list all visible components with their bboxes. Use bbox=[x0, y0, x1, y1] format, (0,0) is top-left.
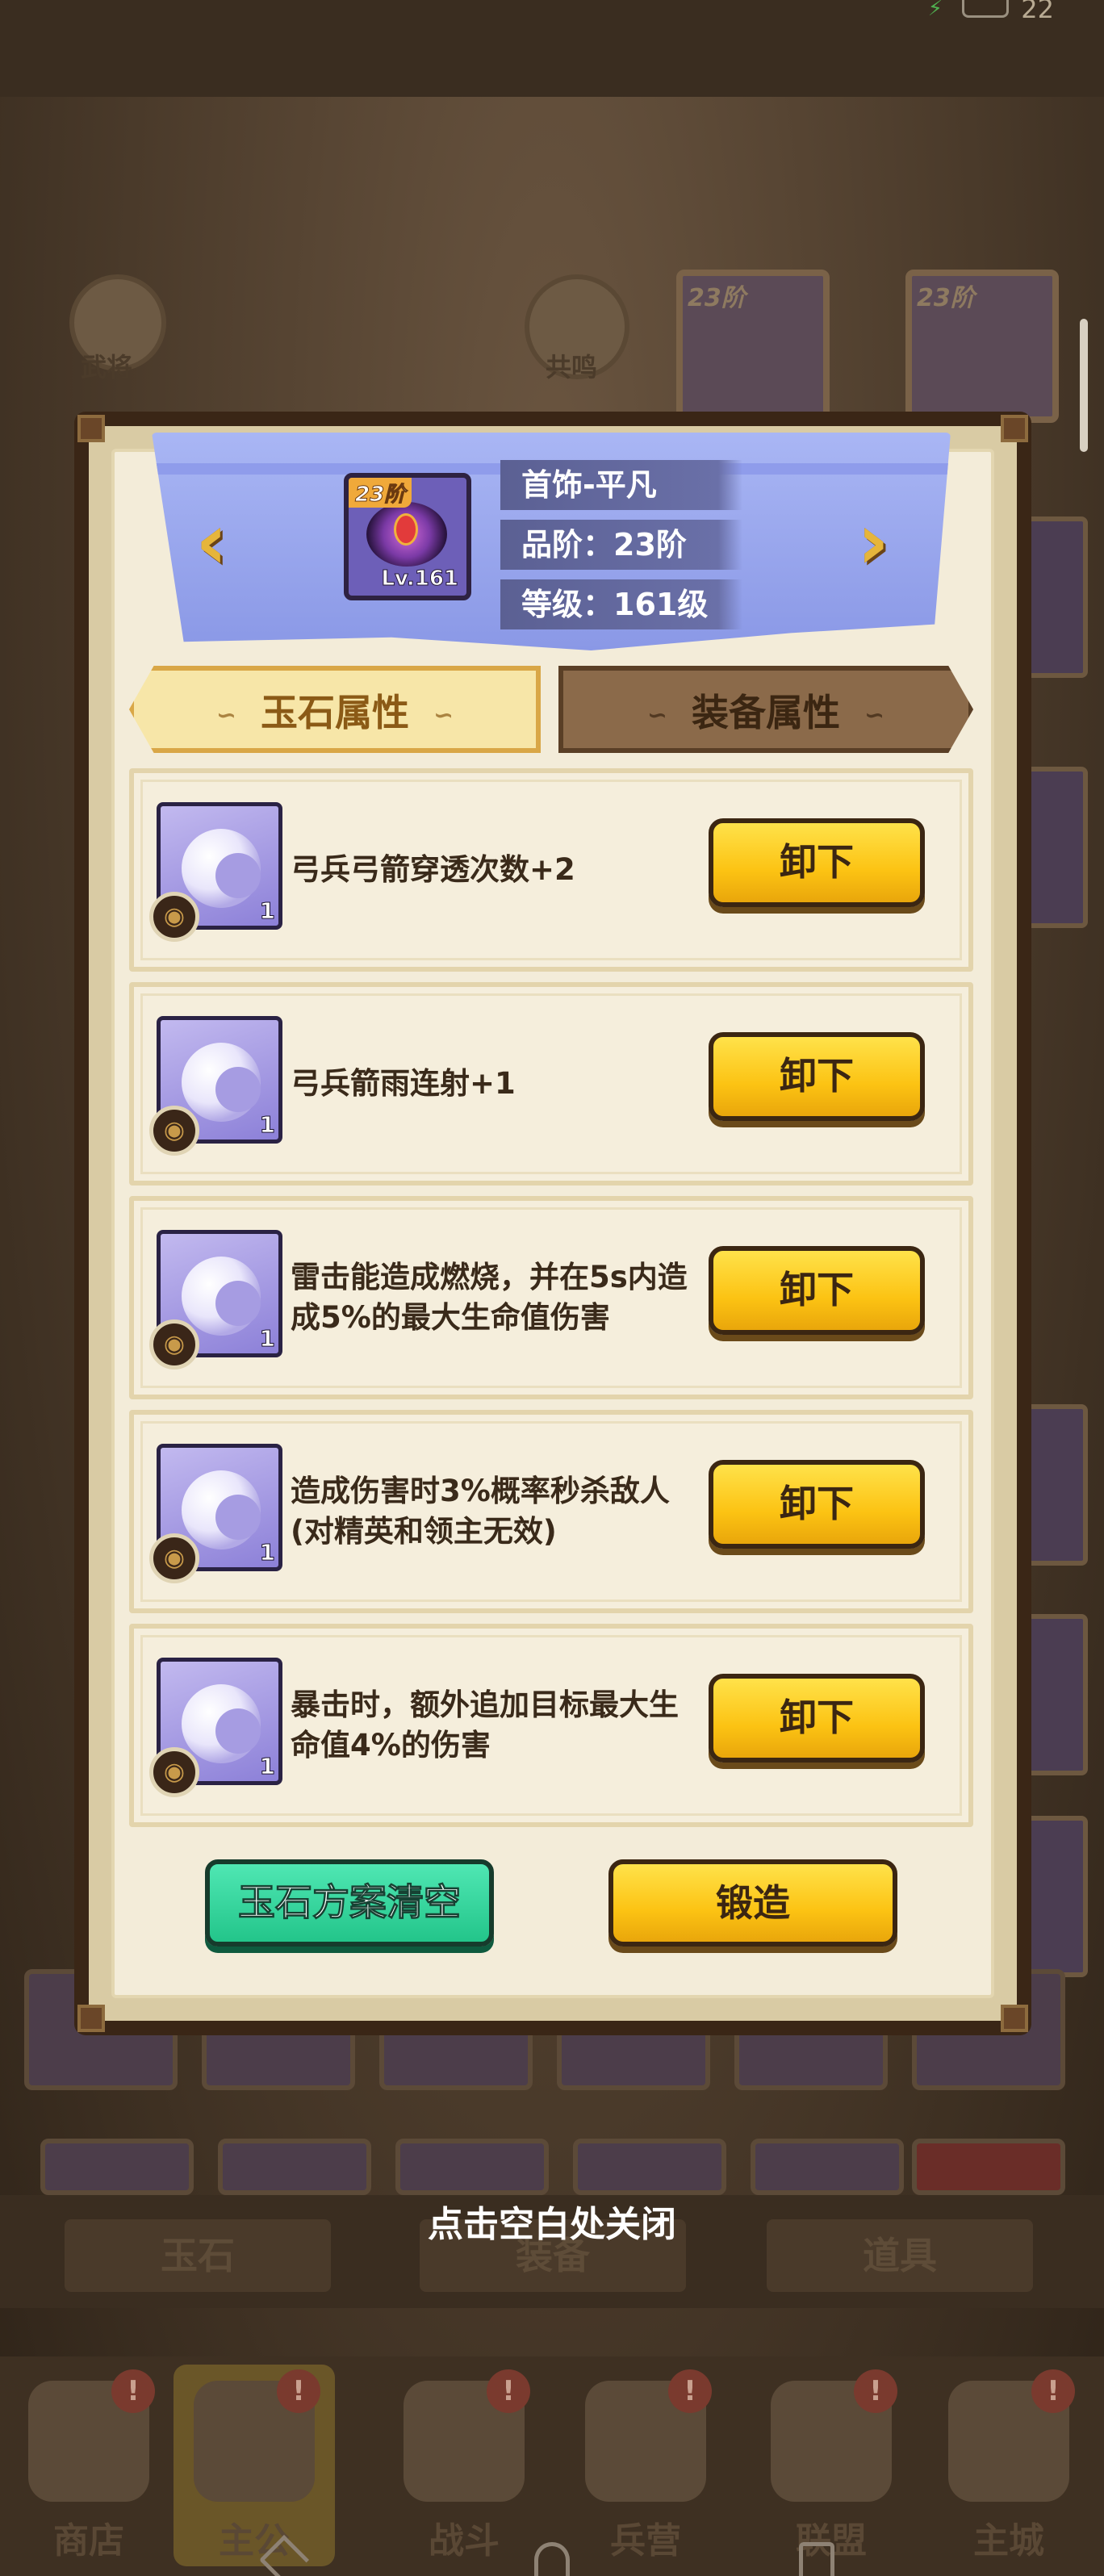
jade-description: 弓兵箭雨连射+1 bbox=[291, 1066, 516, 1101]
unequip-button[interactable]: 卸下 bbox=[709, 1032, 925, 1121]
unequip-button[interactable]: 卸下 bbox=[709, 818, 925, 907]
bg-slot bbox=[395, 2139, 549, 2195]
scroll-ornament-icon: ∽ bbox=[864, 700, 885, 730]
frame-corner bbox=[77, 415, 105, 442]
crescent-jade-icon bbox=[182, 1470, 261, 1549]
bg-side-card bbox=[1023, 767, 1088, 928]
scrollbar[interactable] bbox=[1080, 319, 1088, 452]
bg-side-card bbox=[1023, 1614, 1088, 1775]
equipment-icon[interactable]: 23阶 Lv.161 bbox=[344, 473, 471, 600]
close-hint[interactable]: 点击空白处关闭 bbox=[0, 2195, 1104, 2247]
unequip-button[interactable]: 卸下 bbox=[709, 1246, 925, 1335]
jade-item-icon[interactable]: 1 ◉ bbox=[149, 1016, 282, 1156]
bg-slot bbox=[573, 2139, 726, 2195]
jade-count: 1 bbox=[259, 1753, 276, 1780]
nav-battle: 战斗 ! bbox=[383, 2365, 545, 2566]
bg-side-card bbox=[1023, 1404, 1088, 1566]
jade-item-icon[interactable]: 1 ◉ bbox=[149, 1658, 282, 1797]
clear-jade-plan-button[interactable]: 玉石方案清空 bbox=[205, 1859, 494, 1947]
lock-icon: ◉ bbox=[149, 1747, 199, 1797]
equipment-grade-badge: 23阶 bbox=[349, 478, 412, 508]
crescent-jade-icon bbox=[182, 829, 261, 908]
tab-equipment-attributes[interactable]: ∽ 装备属性 ∽ bbox=[558, 666, 973, 753]
crescent-jade-icon bbox=[182, 1684, 261, 1763]
next-equipment-arrow[interactable]: › bbox=[849, 503, 897, 580]
resonance-nav-label: 共鸣 bbox=[546, 352, 598, 383]
alert-badge: ! bbox=[854, 2369, 897, 2413]
jade-item-icon[interactable]: 1 ◉ bbox=[149, 1230, 282, 1370]
lock-icon: ◉ bbox=[149, 1106, 199, 1156]
scroll-ornament-icon: ∽ bbox=[433, 700, 454, 730]
bg-side-card bbox=[1023, 1816, 1088, 1977]
jade-row: 1 ◉ 弓兵弓箭穿透次数+2 卸下 bbox=[129, 768, 973, 972]
general-nav-label: 武将 bbox=[81, 352, 133, 383]
bg-slot bbox=[218, 2139, 371, 2195]
scroll-ornament-icon: ∽ bbox=[215, 700, 236, 730]
lock-icon: ◉ bbox=[149, 892, 199, 942]
equipment-name: 首饰-平凡 bbox=[500, 460, 742, 510]
alert-badge: ! bbox=[111, 2369, 155, 2413]
gem-icon bbox=[394, 513, 418, 546]
lock-icon: ◉ bbox=[149, 1533, 199, 1583]
frame-corner bbox=[1001, 2005, 1028, 2032]
bg-side-card bbox=[1023, 516, 1088, 678]
nav-alliance: 联盟 ! bbox=[751, 2365, 912, 2566]
bg-equip-card: 23阶 bbox=[905, 270, 1059, 423]
jade-row: 1 ◉ 雷击能造成燃烧，并在5s内造成5%的最大生命值伤害 卸下 bbox=[129, 1196, 973, 1399]
crescent-jade-icon bbox=[182, 1257, 261, 1336]
jade-dialog: ‹ › 23阶 Lv.161 首饰-平凡 品阶：23阶 等级：161级 ∽ 玉石属… bbox=[74, 412, 1031, 2035]
charging-icon: ⚡ bbox=[927, 0, 943, 21]
jade-item-icon[interactable]: 1 ◉ bbox=[149, 802, 282, 942]
bg-equip-card: 23阶 bbox=[676, 270, 830, 423]
jade-description: 弓兵弓箭穿透次数+2 bbox=[291, 852, 575, 887]
bg-slot bbox=[751, 2139, 904, 2195]
prev-equipment-arrow[interactable]: ‹ bbox=[187, 503, 236, 580]
jade-count: 1 bbox=[259, 1111, 276, 1139]
jade-description: 造成伤害时3%概率秒杀敌人(对精英和领主无效) bbox=[291, 1474, 670, 1549]
jade-count: 1 bbox=[259, 1325, 276, 1353]
scroll-ornament-icon: ∽ bbox=[646, 700, 667, 730]
tab-jade-attributes[interactable]: ∽ 玉石属性 ∽ bbox=[129, 666, 541, 753]
frame-corner bbox=[1001, 415, 1028, 442]
forge-button[interactable]: 锻造 bbox=[608, 1859, 897, 1947]
jade-description: 雷击能造成燃烧，并在5s内造成5%的最大生命值伤害 bbox=[291, 1260, 688, 1335]
unequip-button[interactable]: 卸下 bbox=[709, 1460, 925, 1549]
unequip-button[interactable]: 卸下 bbox=[709, 1674, 925, 1763]
jade-row: 1 ◉ 造成伤害时3%概率秒杀敌人(对精英和领主无效) 卸下 bbox=[129, 1410, 973, 1613]
jade-row: 1 ◉ 暴击时，额外追加目标最大生命值4%的伤害 卸下 bbox=[129, 1624, 973, 1827]
nav-lord: 主公 ! bbox=[174, 2365, 335, 2566]
crescent-jade-icon bbox=[182, 1043, 261, 1122]
equipment-level: 等级：161级 bbox=[500, 579, 742, 629]
nav-shop: 商店 ! bbox=[8, 2365, 169, 2566]
alert-badge: ! bbox=[1031, 2369, 1075, 2413]
alert-badge: ! bbox=[487, 2369, 530, 2413]
jade-item-icon[interactable]: 1 ◉ bbox=[149, 1444, 282, 1583]
nav-city: 主城 ! bbox=[928, 2365, 1089, 2566]
lock-icon: ◉ bbox=[149, 1319, 199, 1370]
alert-badge: ! bbox=[277, 2369, 320, 2413]
jade-description: 暴击时，额外追加目标最大生命值4%的伤害 bbox=[291, 1687, 679, 1763]
alert-badge: ! bbox=[668, 2369, 712, 2413]
recents-icon[interactable] bbox=[799, 2542, 834, 2576]
jade-count: 1 bbox=[259, 897, 276, 925]
equipment-level-badge: Lv.161 bbox=[381, 567, 459, 592]
equipment-grade: 品阶：23阶 bbox=[500, 520, 742, 570]
bg-slot bbox=[40, 2139, 194, 2195]
frame-corner bbox=[77, 2005, 105, 2032]
jade-row: 1 ◉ 弓兵箭雨连射+1 卸下 bbox=[129, 982, 973, 1186]
home-icon[interactable] bbox=[534, 2542, 570, 2576]
status-bar: ⚡ 22 bbox=[0, 0, 1104, 97]
system-nav-bar bbox=[0, 2534, 1104, 2576]
battery-icon bbox=[962, 0, 1009, 18]
bg-slot bbox=[912, 2139, 1065, 2195]
jade-count: 1 bbox=[259, 1539, 276, 1566]
status-number: 22 bbox=[1021, 0, 1054, 24]
nav-barracks: 兵营 ! bbox=[565, 2365, 726, 2566]
